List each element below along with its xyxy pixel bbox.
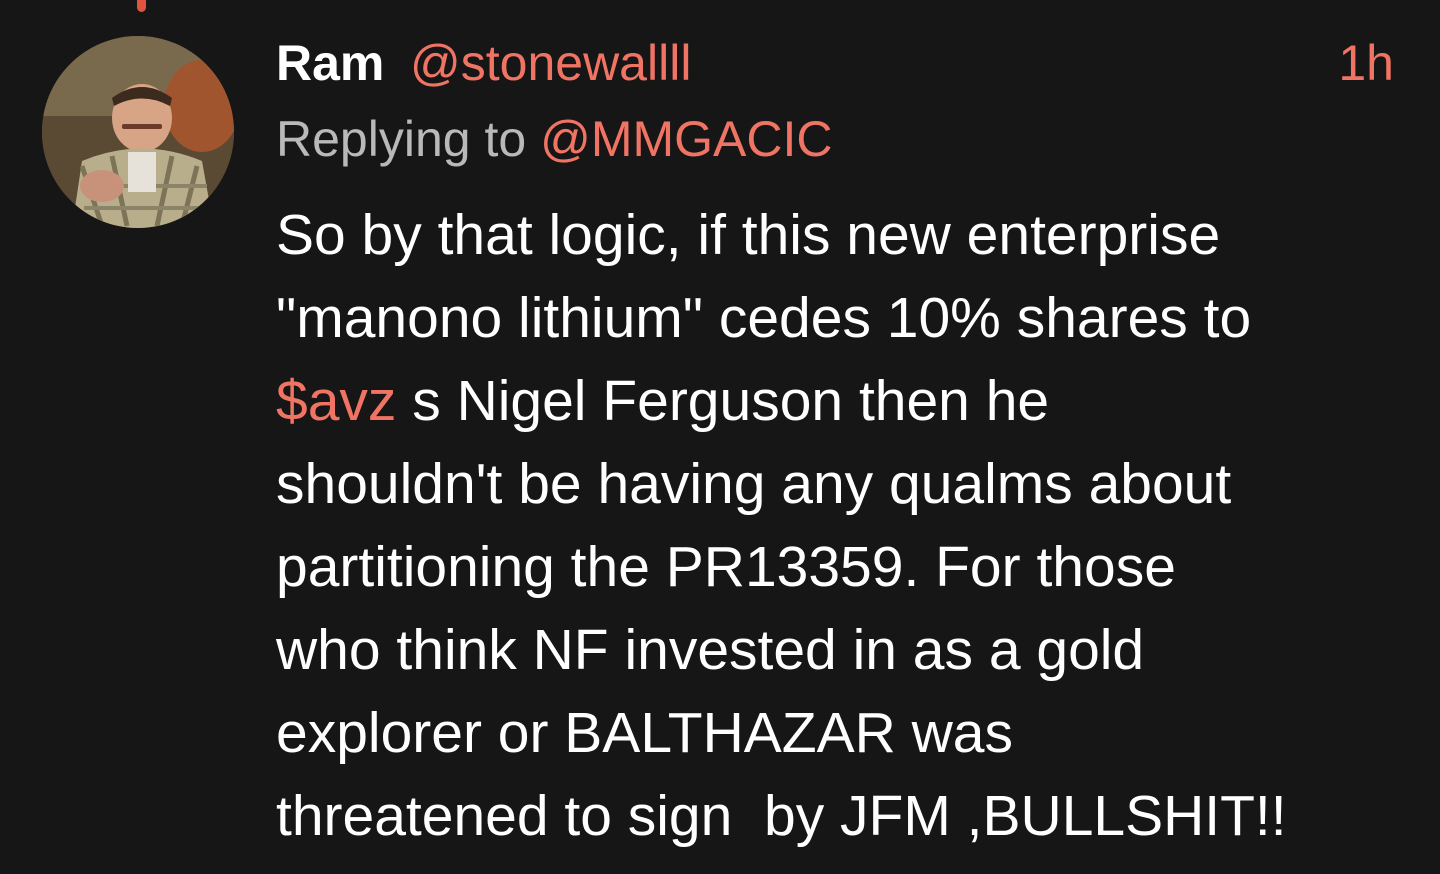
tweet-text-line: So by that logic, if this new enterprise — [276, 203, 1221, 267]
tweet-header: Ram @stonewallll 1h — [276, 30, 1406, 92]
avatar-photo-icon — [42, 36, 234, 228]
avatar[interactable] — [42, 36, 234, 228]
tweet-text-line: who think NF invested in as a gold — [276, 618, 1145, 682]
author-handle[interactable]: @stonewallll — [410, 34, 691, 92]
tweet-text: So by that logic, if this new enterprise… — [276, 194, 1406, 858]
author-display-name[interactable]: Ram — [276, 34, 384, 92]
thread-connector-line — [137, 0, 146, 12]
reply-prefix-label: Replying to — [276, 111, 527, 167]
reply-context: Replying to @MMGACIC — [276, 110, 832, 168]
tweet-text-line: partitioning the PR13359. For those — [276, 535, 1176, 599]
tweet-text-line: $avz s Nigel Ferguson then he — [276, 360, 1406, 443]
tweet-timestamp[interactable]: 1h — [1338, 34, 1394, 92]
tweet-text-line: "manono lithium" cedes 10% shares to — [276, 286, 1252, 350]
tweet-text-line: threatened to sign by JFM ,BULLSHIT!! — [276, 784, 1287, 848]
reply-target-link[interactable]: @MMGACIC — [540, 111, 832, 167]
tweet-text-line: shouldn't be having any qualms about — [276, 452, 1232, 516]
cashtag-link[interactable]: $avz — [276, 369, 396, 433]
tweet-text-fragment: s Nigel Ferguson then he — [396, 369, 1050, 433]
tweet-text-line: explorer or BALTHAZAR was — [276, 701, 1013, 765]
